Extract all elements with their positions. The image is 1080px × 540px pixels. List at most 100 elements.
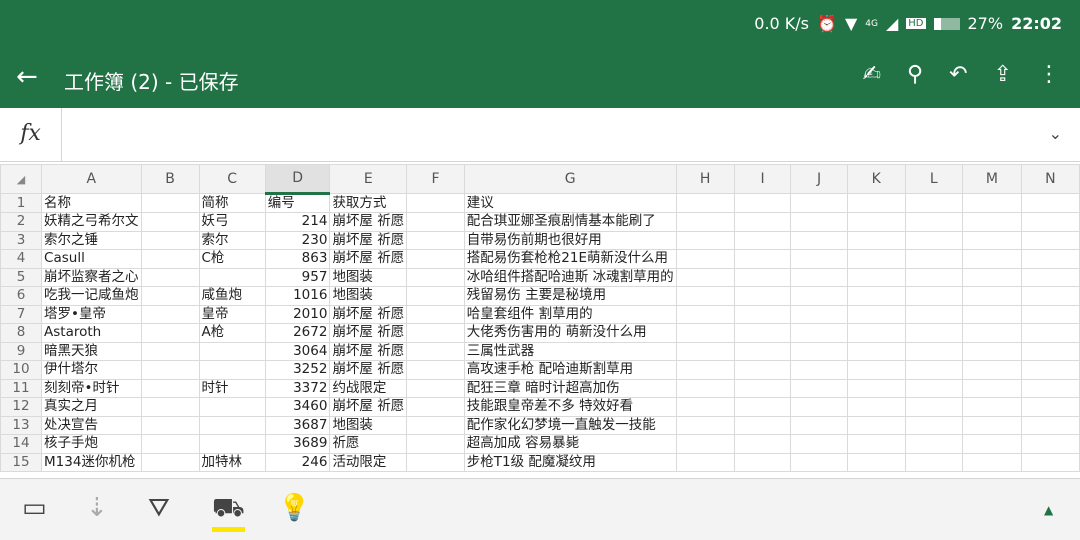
- cell-B9[interactable]: [140, 341, 200, 361]
- cell-L13[interactable]: [904, 415, 964, 435]
- cell-L2[interactable]: [904, 212, 964, 232]
- edit-pen-icon[interactable]: ✍: [863, 62, 881, 87]
- cell-J10[interactable]: [790, 360, 848, 380]
- cell-L5[interactable]: [904, 267, 964, 287]
- cell-K6[interactable]: [846, 286, 906, 306]
- cell-E10[interactable]: 崩坏屋 祈愿: [329, 360, 408, 380]
- cell-I6[interactable]: [733, 286, 792, 306]
- cell-A3[interactable]: 索尔之锤: [41, 230, 142, 250]
- cell-E4[interactable]: 崩坏屋 祈愿: [329, 249, 408, 269]
- cell-N5[interactable]: [1020, 267, 1080, 287]
- cell-E14[interactable]: 祈愿: [329, 434, 408, 454]
- cell-G9[interactable]: 三属性武器: [463, 341, 677, 361]
- cell-G12[interactable]: 技能跟皇帝差不多 特效好看: [463, 397, 677, 417]
- column-header-C[interactable]: C: [198, 164, 266, 194]
- cell-B12[interactable]: [140, 397, 200, 417]
- row-header[interactable]: 6: [0, 286, 43, 306]
- cell-L7[interactable]: [904, 304, 964, 324]
- cell-K13[interactable]: [846, 415, 906, 435]
- cell-A5[interactable]: 崩坏监察者之心: [41, 267, 142, 287]
- cell-L6[interactable]: [904, 286, 964, 306]
- cell-M1[interactable]: [962, 193, 1022, 213]
- formula-input[interactable]: [70, 124, 1020, 146]
- tell-me-lightbulb-icon[interactable]: 💡: [278, 493, 310, 523]
- sort-icon[interactable]: ⇣: [86, 493, 108, 523]
- cell-B3[interactable]: [140, 230, 200, 250]
- spreadsheet-grid[interactable]: ◢ A B C D E F G H I J K L M N 1 名称 简称 编号 获取方式 建议 2 妖精之弓希尔文 妖弓 2…: [0, 164, 1080, 476]
- cell-D13[interactable]: 3687: [264, 415, 331, 435]
- cell-J9[interactable]: [790, 341, 848, 361]
- cell-C13[interactable]: [198, 415, 266, 435]
- column-header-K[interactable]: K: [846, 164, 906, 194]
- cell-M13[interactable]: [962, 415, 1022, 435]
- cell-H3[interactable]: [675, 230, 735, 250]
- cell-G4[interactable]: 搭配易伤套枪枪21E萌新没什么用: [463, 249, 677, 269]
- cell-N14[interactable]: [1020, 434, 1080, 454]
- cell-F11[interactable]: [406, 378, 465, 398]
- cell-D5[interactable]: 957: [264, 267, 331, 287]
- cell-N13[interactable]: [1020, 415, 1080, 435]
- undo-icon[interactable]: ↶: [949, 62, 967, 87]
- cell-D2[interactable]: 214: [264, 212, 331, 232]
- cell-H4[interactable]: [675, 249, 735, 269]
- cell-C1[interactable]: 简称: [198, 193, 266, 213]
- cell-A8[interactable]: Astaroth: [41, 323, 142, 343]
- cell-H8[interactable]: [675, 323, 735, 343]
- cell-M7[interactable]: [962, 304, 1022, 324]
- cell-I5[interactable]: [733, 267, 792, 287]
- cell-C6[interactable]: 咸鱼炮: [198, 286, 266, 306]
- cell-D4[interactable]: 863: [264, 249, 331, 269]
- cell-E5[interactable]: 地图装: [329, 267, 408, 287]
- search-icon[interactable]: ⚲: [907, 62, 923, 87]
- cell-K4[interactable]: [846, 249, 906, 269]
- share-icon[interactable]: ⇪: [994, 62, 1012, 87]
- cell-I7[interactable]: [733, 304, 792, 324]
- cell-C8[interactable]: A枪: [198, 323, 266, 343]
- chevron-down-icon[interactable]: ⌄: [1049, 124, 1062, 143]
- cell-G7[interactable]: 哈皇套组件 割草用的: [463, 304, 677, 324]
- row-header[interactable]: 10: [0, 360, 43, 380]
- row-header[interactable]: 15: [0, 452, 43, 472]
- row-header[interactable]: 9: [0, 341, 43, 361]
- row-header[interactable]: 13: [0, 415, 43, 435]
- cell-I8[interactable]: [733, 323, 792, 343]
- cell-M14[interactable]: [962, 434, 1022, 454]
- cell-I9[interactable]: [733, 341, 792, 361]
- row-header[interactable]: 2: [0, 212, 43, 232]
- cell-M15[interactable]: [962, 452, 1022, 472]
- cell-A15[interactable]: M134迷你机枪: [41, 452, 142, 472]
- cell-F15[interactable]: [406, 452, 465, 472]
- cell-H5[interactable]: [675, 267, 735, 287]
- more-options-icon[interactable]: ⋮: [1038, 62, 1060, 87]
- cell-F6[interactable]: [406, 286, 465, 306]
- row-header[interactable]: 14: [0, 434, 43, 454]
- cell-K7[interactable]: [846, 304, 906, 324]
- cell-E12[interactable]: 崩坏屋 祈愿: [329, 397, 408, 417]
- cell-K2[interactable]: [846, 212, 906, 232]
- cell-B6[interactable]: [140, 286, 200, 306]
- cell-N2[interactable]: [1020, 212, 1080, 232]
- cell-K8[interactable]: [846, 323, 906, 343]
- cell-E11[interactable]: 约战限定: [329, 378, 408, 398]
- cell-G15[interactable]: 步枪T1级 配魔凝纹用: [463, 452, 677, 472]
- cell-B11[interactable]: [140, 378, 200, 398]
- row-header[interactable]: 5: [0, 267, 43, 287]
- cell-K12[interactable]: [846, 397, 906, 417]
- cell-L3[interactable]: [904, 230, 964, 250]
- cell-I2[interactable]: [733, 212, 792, 232]
- cell-F13[interactable]: [406, 415, 465, 435]
- cell-C11[interactable]: 时针: [198, 378, 266, 398]
- column-header-L[interactable]: L: [904, 164, 964, 194]
- cell-G11[interactable]: 配狂三章 暗时计超高加伤: [463, 378, 677, 398]
- cell-J14[interactable]: [790, 434, 848, 454]
- cell-A1[interactable]: 名称: [41, 193, 142, 213]
- cell-I10[interactable]: [733, 360, 792, 380]
- cell-H13[interactable]: [675, 415, 735, 435]
- filter-icon[interactable]: ⛛: [148, 493, 170, 524]
- view-icon[interactable]: ▭: [22, 493, 47, 523]
- cell-B14[interactable]: [140, 434, 200, 454]
- row-header[interactable]: 1: [0, 193, 43, 213]
- row-header[interactable]: 7: [0, 304, 43, 324]
- column-header-J[interactable]: J: [790, 164, 848, 194]
- cell-M3[interactable]: [962, 230, 1022, 250]
